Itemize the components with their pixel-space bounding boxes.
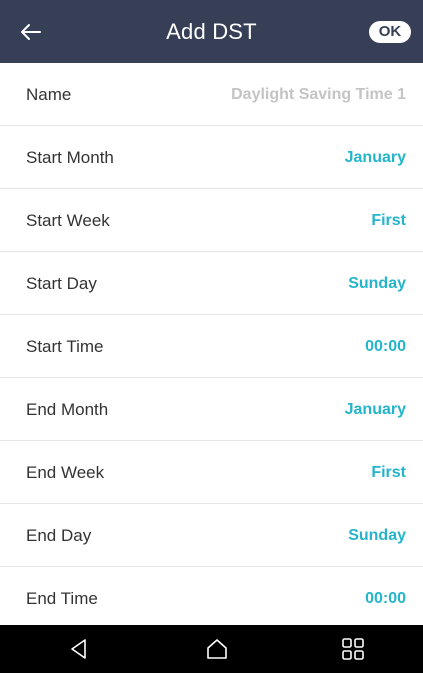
row-value: First <box>371 464 406 481</box>
row-label: End Time <box>26 589 98 608</box>
row-value: January <box>344 401 406 418</box>
row-label: End Week <box>26 463 105 482</box>
row-value: Sunday <box>348 527 406 544</box>
page-title: Add DST <box>166 19 257 44</box>
row-value: January <box>344 149 406 166</box>
row-value: 00:00 <box>365 590 406 607</box>
row-label: Start Week <box>26 211 110 230</box>
row-label: End Month <box>26 400 109 419</box>
ok-button[interactable]: OK <box>369 21 411 43</box>
row-label: Start Day <box>26 274 97 293</box>
row-label: Name <box>26 85 72 104</box>
name-field[interactable]: Daylight Saving Time 1 <box>231 63 406 126</box>
recents-icon <box>342 638 364 660</box>
row-value: 00:00 <box>365 338 406 355</box>
triangle-back-icon <box>71 639 86 659</box>
system-nav-bar <box>0 625 423 673</box>
start-day-row[interactable]: Start Day Sunday <box>0 252 423 315</box>
row-value: First <box>371 212 406 229</box>
name-row[interactable]: Name Daylight Saving Time 1 <box>0 63 423 126</box>
start-time-row[interactable]: Start Time 00:00 <box>0 315 423 378</box>
home-icon <box>207 639 227 659</box>
start-week-row[interactable]: Start Week First <box>0 189 423 252</box>
end-month-row[interactable]: End Month January <box>0 378 423 441</box>
row-label: End Day <box>26 526 92 545</box>
row-value: Sunday <box>348 275 406 292</box>
top-app-bar: Add DST OK <box>0 0 423 63</box>
row-label: Start Time <box>26 337 104 356</box>
row-label: Start Month <box>26 148 114 167</box>
settings-list: Name Daylight Saving Time 1 Start Month … <box>0 63 423 630</box>
nav-recents-button[interactable] <box>340 636 366 662</box>
nav-back-button[interactable] <box>66 636 92 662</box>
end-week-row[interactable]: End Week First <box>0 441 423 504</box>
nav-home-button[interactable] <box>204 636 230 662</box>
end-time-row[interactable]: End Time 00:00 <box>0 567 423 630</box>
start-month-row[interactable]: Start Month January <box>0 126 423 189</box>
end-day-row[interactable]: End Day Sunday <box>0 504 423 567</box>
